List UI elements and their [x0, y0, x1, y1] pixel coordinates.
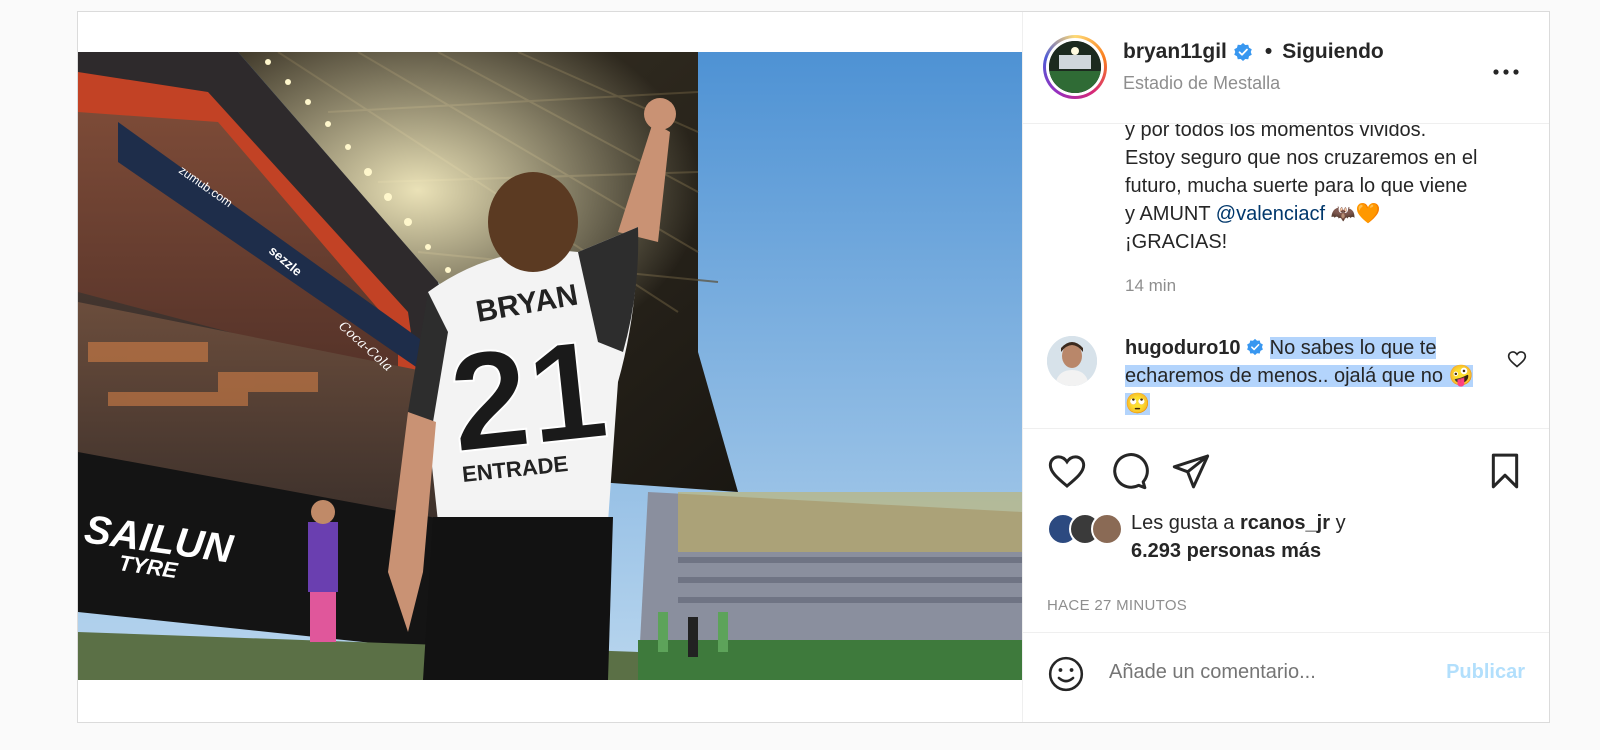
comment-body: hugoduro10 No sabes lo que te echaremos …: [1125, 334, 1475, 418]
header-user-line: bryan11gil • Siguiendo: [1123, 40, 1384, 64]
liker-username[interactable]: rcanos_jr: [1240, 512, 1330, 534]
story-ring[interactable]: [1043, 35, 1107, 99]
caption-line: Estoy seguro que nos cruzaremos en el: [1125, 147, 1478, 169]
caption-text: y AMUNT: [1125, 203, 1216, 225]
caption-line: ¡GRACIAS!: [1125, 231, 1228, 253]
caption-emoji: 🦇🧡: [1330, 203, 1381, 225]
liker-avatars: [1047, 513, 1127, 547]
likes-mid: y: [1330, 512, 1346, 534]
likes-prefix: Les gusta a: [1131, 512, 1240, 534]
comment-avatar[interactable]: [1047, 336, 1097, 386]
post-timestamp[interactable]: HACE 27 MINUTOS: [1047, 597, 1187, 614]
comment-username[interactable]: hugoduro10: [1125, 337, 1241, 359]
header-separator: •: [1264, 40, 1273, 63]
comments-area[interactable]: y por todos los momentos vividos. Estoy …: [1023, 124, 1549, 429]
post-header: bryan11gil • Siguiendo Estadio de Mestal…: [1023, 12, 1549, 124]
save-bookmark-icon[interactable]: [1485, 451, 1525, 491]
add-comment-input[interactable]: [1109, 661, 1409, 684]
share-send-icon[interactable]: [1171, 451, 1211, 491]
caption-line: futuro, mucha suerte para lo que viene: [1125, 175, 1468, 197]
publish-button[interactable]: Publicar: [1446, 661, 1525, 684]
post-side-panel: bryan11gil • Siguiendo Estadio de Mestal…: [1022, 12, 1549, 722]
instagram-post: zumub.com sezzle Coca-Cola SAILUN TYRE B…: [77, 11, 1550, 723]
comment-bubble-icon[interactable]: [1109, 451, 1149, 491]
caption-timestamp[interactable]: 14 min: [1125, 276, 1176, 296]
verified-badge-icon: [1247, 338, 1263, 356]
avatar[interactable]: [1049, 41, 1101, 93]
following-button[interactable]: Siguiendo: [1282, 40, 1384, 64]
likes-others-link[interactable]: 6.293 personas más: [1131, 540, 1321, 562]
post-photo[interactable]: zumub.com sezzle Coca-Cola SAILUN TYRE B…: [78, 52, 1022, 680]
likes-text: Les gusta a rcanos_jr y 6.293 personas m…: [1131, 509, 1346, 565]
like-heart-icon[interactable]: [1047, 451, 1087, 491]
verified-badge-icon: [1234, 43, 1252, 61]
add-comment-bar: Publicar: [1023, 633, 1549, 722]
header-username[interactable]: bryan11gil: [1123, 40, 1227, 64]
location-link[interactable]: Estadio de Mestalla: [1123, 73, 1280, 94]
more-options-icon[interactable]: [1493, 52, 1519, 83]
emoji-smiley-icon[interactable]: [1047, 655, 1085, 693]
caption-line: y AMUNT @valenciacf 🦇🧡: [1125, 200, 1525, 228]
mention-link[interactable]: @valenciacf: [1216, 203, 1325, 225]
caption-line: y por todos los momentos vividos.: [1125, 124, 1427, 141]
post-time-row: HACE 27 MINUTOS: [1023, 593, 1549, 633]
post-media: zumub.com sezzle Coca-Cola SAILUN TYRE B…: [78, 12, 1022, 722]
action-bar: [1023, 429, 1549, 513]
comment-like-heart-icon[interactable]: [1507, 349, 1527, 369]
likes-summary: Les gusta a rcanos_jr y 6.293 personas m…: [1023, 512, 1549, 593]
liker-avatar[interactable]: [1091, 513, 1123, 545]
post-caption: y por todos los momentos vividos. Estoy …: [1125, 124, 1525, 256]
